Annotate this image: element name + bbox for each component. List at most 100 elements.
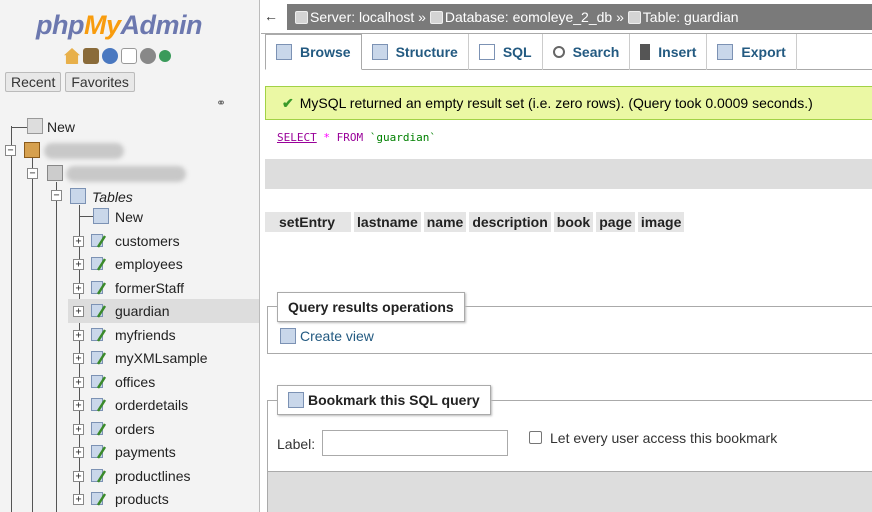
column-header-lastname[interactable]: lastname [354, 212, 421, 232]
success-message: ✔ MySQL returned an empty result set (i.… [265, 86, 872, 120]
column-header-book[interactable]: book [553, 212, 594, 232]
collapse-nav-icon[interactable]: ← [264, 8, 280, 24]
help-icon[interactable] [102, 48, 118, 64]
nav-new-database[interactable]: New [47, 119, 75, 135]
nav-new-table[interactable]: New [115, 209, 143, 225]
expand-icon[interactable]: + [73, 306, 84, 317]
tab-insert[interactable]: Insert [630, 34, 708, 70]
breadcrumb: Server: localhost » Database: eomoleye_2… [295, 9, 739, 25]
nav-table-myxmlsample[interactable]: myXMLsample [115, 350, 208, 366]
recent-tab[interactable]: Recent [5, 72, 62, 92]
home-icon[interactable] [64, 48, 80, 64]
tab-sql[interactable]: SQL [469, 34, 543, 70]
logo-my: My [83, 10, 121, 40]
nav-table-products[interactable]: products [115, 491, 169, 507]
tree-line [56, 182, 57, 512]
tab-browse[interactable]: Browse [265, 34, 362, 70]
table-icon[interactable] [91, 234, 109, 248]
breadcrumb-table[interactable]: Table: guardian [643, 9, 739, 25]
main-panel: ← Server: localhost » Database: eomoleye… [261, 0, 872, 512]
create-view-link[interactable]: Create view [280, 328, 374, 344]
nav-table-offices[interactable]: offices [115, 374, 155, 390]
nav-table-customers[interactable]: customers [115, 233, 180, 249]
table-icon[interactable] [91, 328, 109, 342]
bookmark-share-checkbox[interactable] [529, 431, 542, 444]
breadcrumb-database[interactable]: Database: eomoleye_2_db [445, 9, 612, 25]
nav-table-orders[interactable]: orders [115, 421, 155, 437]
docs-icon[interactable] [121, 48, 137, 64]
column-header-name[interactable]: name [423, 212, 467, 232]
phpmyadmin-logo[interactable]: phpMyAdmin [36, 10, 202, 41]
table-icon[interactable] [91, 492, 109, 506]
tables-group-icon [70, 188, 86, 204]
collapse-icon[interactable]: − [51, 190, 62, 201]
tab-label: Export [741, 44, 786, 60]
tab-label: Search [572, 44, 620, 60]
sql-table-name: `guardian` [369, 131, 436, 144]
sql-keyword-select[interactable]: SELECT [277, 131, 317, 144]
table-icon[interactable] [91, 281, 109, 295]
link-with-main-panel-icon[interactable]: ⚭ [216, 96, 226, 110]
exit-icon[interactable] [83, 48, 99, 64]
tree-line [79, 216, 93, 217]
favorites-tab[interactable]: Favorites [65, 72, 135, 92]
bookmark-icon [288, 392, 304, 408]
column-header-page[interactable]: page [596, 212, 635, 232]
collapse-icon[interactable]: − [27, 168, 38, 179]
expand-icon[interactable]: + [73, 353, 84, 364]
tab-label: Structure [395, 44, 458, 60]
nav-table-productlines[interactable]: productlines [115, 468, 191, 484]
nav-table-myfriends[interactable]: myfriends [115, 327, 176, 343]
table-icon[interactable] [91, 375, 109, 389]
expand-icon[interactable]: + [73, 471, 84, 482]
redacted-label [66, 166, 186, 182]
search-icon [552, 46, 565, 58]
navigation-panel: phpMyAdmin Recent Favorites ⚭ New − − − … [0, 0, 260, 512]
expand-icon[interactable]: + [73, 377, 84, 388]
reload-icon[interactable] [159, 50, 171, 62]
expand-icon[interactable]: + [73, 283, 84, 294]
top-bar: ← Server: localhost » Database: eomoleye… [261, 0, 872, 34]
tables-group-label[interactable]: Tables [92, 189, 133, 205]
table-icon[interactable] [91, 304, 109, 318]
settings-icon[interactable] [140, 48, 156, 64]
nav-table-formerstaff[interactable]: formerStaff [115, 280, 184, 296]
table-icon[interactable] [91, 422, 109, 436]
sql-keyword-from: FROM [336, 131, 364, 144]
column-header-description[interactable]: description [469, 212, 551, 232]
database-icon [429, 11, 443, 24]
expand-icon[interactable]: + [73, 424, 84, 435]
tab-search[interactable]: Search [543, 34, 631, 70]
sql-icon [478, 44, 495, 60]
expand-icon[interactable]: + [73, 494, 84, 505]
breadcrumb-separator: » [418, 9, 426, 25]
nav-table-employees[interactable]: employees [115, 256, 183, 272]
query-results-operations-legend: Query results operations [277, 292, 465, 322]
breadcrumb-server[interactable]: Server: localhost [310, 9, 414, 25]
nav-table-orderdetails[interactable]: orderdetails [115, 397, 188, 413]
table-icon[interactable] [91, 257, 109, 271]
tab-export[interactable]: Export [707, 34, 797, 70]
tab-structure[interactable]: Structure [362, 34, 469, 70]
expand-icon[interactable]: + [73, 236, 84, 247]
nav-icon-bar [64, 48, 171, 64]
column-header-image[interactable]: image [637, 212, 685, 232]
table-icon[interactable] [91, 469, 109, 483]
database-server-icon [24, 142, 40, 158]
expand-icon[interactable]: + [73, 447, 84, 458]
expand-icon[interactable]: + [73, 400, 84, 411]
expand-icon[interactable]: + [73, 259, 84, 270]
column-header-setentry[interactable]: setEntry [265, 212, 352, 232]
table-icon[interactable] [91, 445, 109, 459]
bookmark-share-label[interactable]: Let every user access this bookmark [550, 430, 777, 446]
tab-label: Insert [658, 44, 697, 60]
table-icon[interactable] [91, 351, 109, 365]
bookmark-label-input[interactable] [322, 430, 508, 456]
nav-table-guardian[interactable]: guardian [115, 303, 170, 319]
table-icon [627, 11, 641, 24]
expand-icon[interactable]: + [73, 330, 84, 341]
structure-icon [371, 44, 388, 60]
nav-table-payments[interactable]: payments [115, 444, 176, 460]
table-icon[interactable] [91, 398, 109, 412]
collapse-icon[interactable]: − [5, 145, 16, 156]
